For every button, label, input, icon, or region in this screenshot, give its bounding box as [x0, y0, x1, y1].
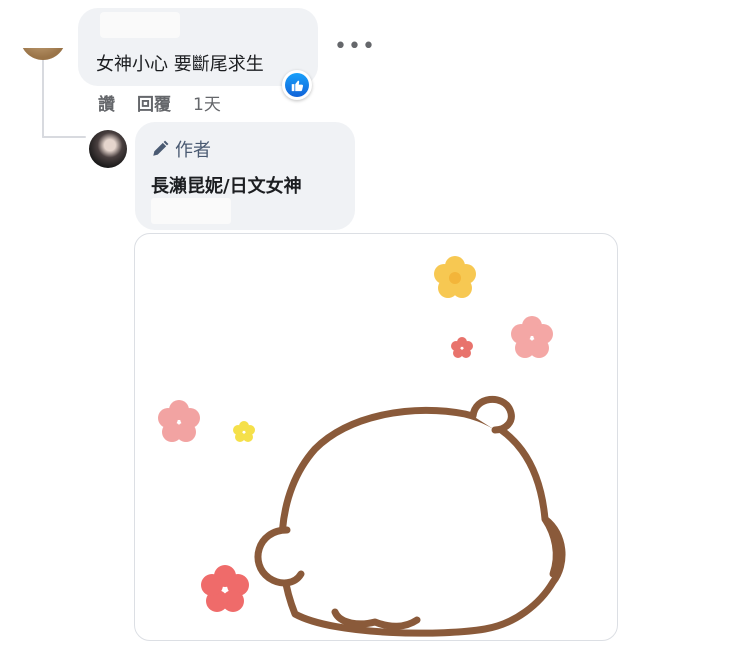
like-reaction-badge[interactable]: [282, 70, 312, 100]
bear-icon: [254, 395, 566, 637]
reply-button[interactable]: 回覆: [137, 90, 171, 115]
flower-yellow-small: [233, 421, 255, 442]
redacted-name: [100, 12, 180, 38]
flower-yellow-large: [434, 256, 476, 298]
pencil-icon: [153, 140, 169, 156]
avatar[interactable]: [20, 48, 66, 60]
flower-red-small: [451, 337, 473, 358]
flower-pink-right: [511, 316, 553, 358]
flower-red-large: [201, 565, 249, 612]
comment-text: 女神小心 要斷尾求生: [96, 54, 264, 75]
bear-sticker[interactable]: [134, 233, 618, 641]
like-button[interactable]: 讚: [98, 90, 115, 115]
author-badge-label: 作者: [175, 140, 211, 161]
more-horiz-icon: •••: [334, 34, 376, 59]
thread-line-branch: [42, 136, 86, 138]
like-icon: [291, 80, 304, 92]
flower-pink-left: [158, 400, 200, 442]
author-badge: 作者: [151, 136, 211, 162]
comment-actions: 讚 回覆 1天: [98, 90, 221, 115]
redacted-text: [151, 198, 231, 224]
more-options-button[interactable]: •••: [334, 34, 376, 59]
timestamp[interactable]: 1天: [193, 90, 221, 115]
avatar[interactable]: [89, 130, 127, 168]
reply-bubble: 作者 長瀨昆妮/日文女神: [135, 122, 355, 230]
thread-line: [42, 58, 44, 138]
reply-text: 長瀨昆妮/日文女神: [151, 176, 302, 197]
